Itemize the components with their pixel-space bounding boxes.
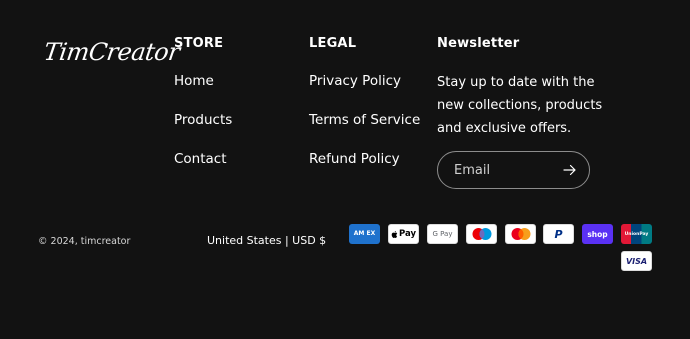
visa-label: VISA [625,256,648,266]
apple-icon [391,230,398,238]
home-link[interactable]: Home [174,73,214,89]
terms-of-service-link[interactable]: Terms of Service [309,112,420,128]
arrow-right-icon [563,164,576,176]
contact-link[interactable]: Contact [174,151,227,167]
list-item: Refund Policy [309,150,420,189]
payment-paypal-icon: P [543,224,574,244]
legal-column: LEGAL Privacy Policy Terms of Service Re… [309,36,420,189]
newsletter-heading: Newsletter [437,36,520,51]
copyright-text: © 2024, timcreator [38,236,131,247]
brand-logo[interactable]: TimCreator [42,38,181,66]
legal-links: Privacy Policy Terms of Service Refund P… [309,72,420,189]
apple-pay-label: Pay [398,229,417,239]
google-pay-label: G Pay [432,230,453,238]
amex-label: AM EX [353,230,376,237]
list-item: Products [174,111,232,150]
unionpay-label: UnionPay [624,231,649,237]
store-heading: STORE [174,36,224,51]
products-link[interactable]: Products [174,112,232,128]
maestro-circles-icon [472,228,491,240]
subscribe-button[interactable] [563,164,577,176]
mastercard-circles-icon [511,228,530,240]
payment-shop-pay-icon: shop [582,224,613,244]
list-item: Contact [174,150,232,189]
payment-google-pay-icon: G Pay [427,224,458,244]
list-item: Privacy Policy [309,72,420,111]
newsletter-description: Stay up to date with the new collections… [437,75,603,136]
refund-policy-link[interactable]: Refund Policy [309,151,400,167]
payment-apple-pay-icon: Pay [388,224,419,244]
payment-amex-icon: AM EX [349,224,380,244]
list-item: Home [174,72,232,111]
payment-mastercard-icon [505,224,536,244]
store-links: Home Products Contact [174,72,232,189]
privacy-policy-link[interactable]: Privacy Policy [309,73,401,89]
newsletter-column: Newsletter Stay up to date with the new … [437,36,637,189]
payment-visa-icon: VISA [621,251,652,271]
email-field-wrapper [437,151,590,189]
store-column: STORE Home Products Contact [174,36,232,189]
shop-pay-label: shop [587,229,608,239]
paypal-label: P [554,227,563,241]
payment-unionpay-icon: UnionPay [621,224,652,244]
email-input[interactable] [454,162,554,178]
list-item: Terms of Service [309,111,420,150]
country-currency-selector[interactable]: United States | USD $ [207,234,326,247]
payment-maestro-icon [466,224,497,244]
legal-heading: LEGAL [309,36,357,51]
